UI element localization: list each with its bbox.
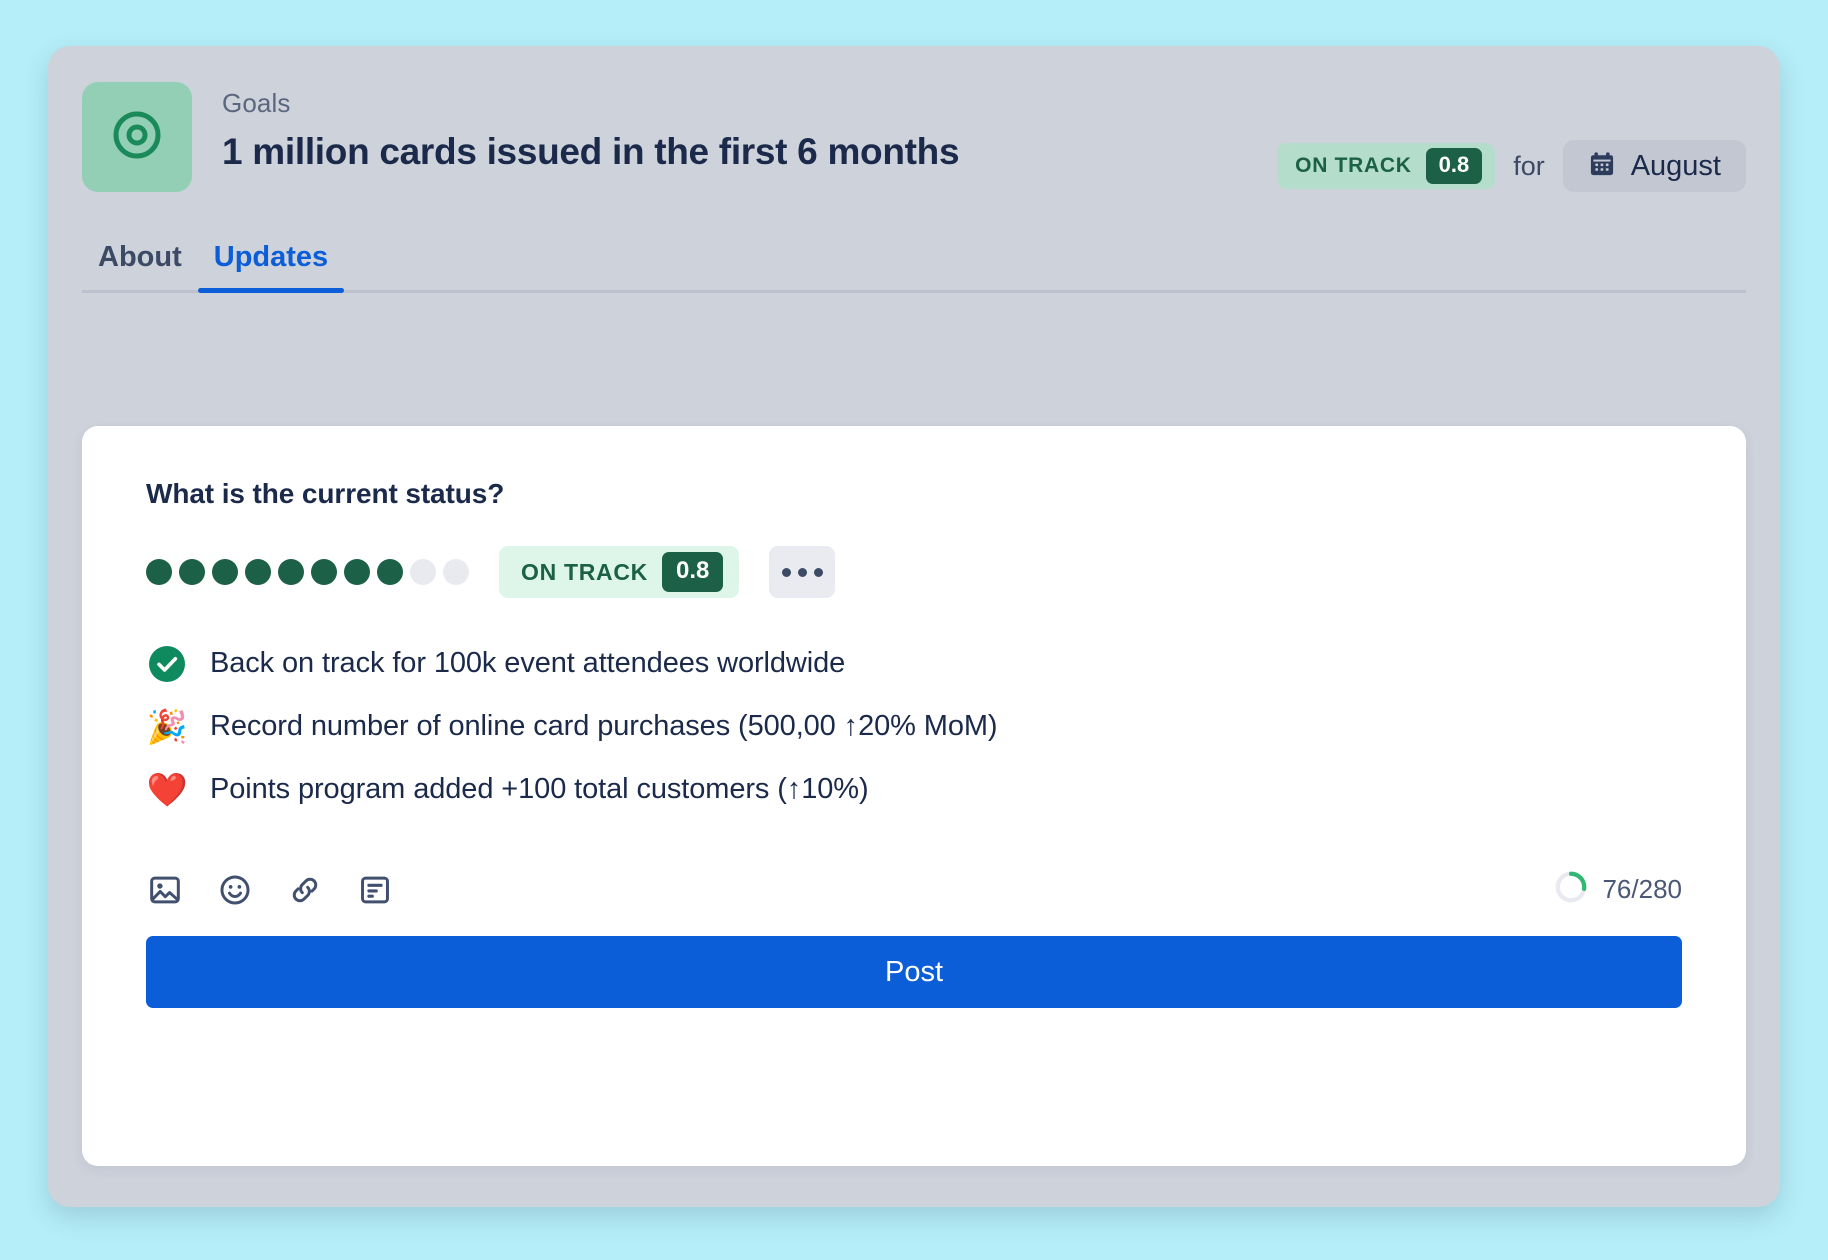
progress-ring-icon xyxy=(1554,870,1588,909)
link-icon[interactable] xyxy=(286,871,324,909)
goal-meta: Goals 1 million cards issued in the firs… xyxy=(222,82,1277,174)
progress-dot xyxy=(311,559,337,585)
progress-dot xyxy=(245,559,271,585)
target-icon xyxy=(109,107,165,168)
list-item[interactable]: ❤️ Points program added +100 total custo… xyxy=(146,758,1682,821)
composer-status-label: ON TRACK xyxy=(521,558,648,585)
breadcrumb: Goals xyxy=(222,88,291,118)
image-icon[interactable] xyxy=(146,871,184,909)
progress-dot xyxy=(344,559,370,585)
update-composer-card: What is the current status? ON TRACK 0.8 xyxy=(82,426,1746,1166)
progress-dot xyxy=(146,559,172,585)
progress-dot xyxy=(410,559,436,585)
goal-panel: Goals 1 million cards issued in the firs… xyxy=(48,46,1780,1207)
more-dot-icon xyxy=(813,567,823,577)
heart-icon: ❤️ xyxy=(146,771,188,808)
more-options-button[interactable] xyxy=(769,546,836,598)
panel-header: Goals 1 million cards issued in the firs… xyxy=(48,46,1780,224)
composer-toolbar: 76/280 xyxy=(146,870,1682,909)
progress-dot xyxy=(377,559,403,585)
month-selector[interactable]: August xyxy=(1562,140,1746,192)
character-counter: 76/280 xyxy=(1554,870,1682,909)
composer-status-row: ON TRACK 0.8 xyxy=(146,546,1682,598)
document-icon[interactable] xyxy=(356,871,394,909)
progress-dots[interactable] xyxy=(146,559,469,585)
more-dot-icon xyxy=(797,567,807,577)
page-title: 1 million cards issued in the first 6 mo… xyxy=(222,131,960,173)
composer-prompt: What is the current status? xyxy=(146,478,505,509)
status-badge-score: 0.8 xyxy=(1425,148,1483,184)
header-controls: ON TRACK 0.8 for August xyxy=(1277,140,1746,192)
party-popper-icon: 🎉 xyxy=(146,708,188,745)
update-bullet-list: Back on track for 100k event attendees w… xyxy=(146,632,1682,821)
progress-dot xyxy=(212,559,238,585)
status-badge[interactable]: ON TRACK 0.8 xyxy=(1277,143,1496,189)
list-item[interactable]: 🎉 Record number of online card purchases… xyxy=(146,695,1682,758)
check-circle-icon xyxy=(146,645,188,683)
post-button[interactable]: Post xyxy=(146,936,1682,1008)
status-badge-label: ON TRACK xyxy=(1295,154,1412,177)
list-item-text: Points program added +100 total customer… xyxy=(210,773,869,805)
list-item-text: Back on track for 100k event attendees w… xyxy=(210,647,846,679)
goal-icon-tile xyxy=(82,82,192,192)
composer-status-badge[interactable]: ON TRACK 0.8 xyxy=(499,546,740,598)
tab-about[interactable]: About xyxy=(82,241,198,290)
tab-updates[interactable]: Updates xyxy=(197,241,345,293)
progress-dot xyxy=(179,559,205,585)
for-label: for xyxy=(1513,150,1545,181)
more-dot-icon xyxy=(781,567,791,577)
list-item-text: Record number of online card purchases (… xyxy=(210,710,998,742)
month-label: August xyxy=(1630,149,1721,182)
tab-bar: About Updates xyxy=(82,224,1746,293)
calendar-icon xyxy=(1588,150,1616,183)
emoji-icon[interactable] xyxy=(216,871,254,909)
composer-status-score: 0.8 xyxy=(661,552,724,592)
progress-dot xyxy=(278,559,304,585)
progress-dot xyxy=(443,559,469,585)
character-counter-text: 76/280 xyxy=(1602,874,1682,904)
list-item[interactable]: Back on track for 100k event attendees w… xyxy=(146,632,1682,695)
composer-tool-buttons xyxy=(146,871,394,909)
